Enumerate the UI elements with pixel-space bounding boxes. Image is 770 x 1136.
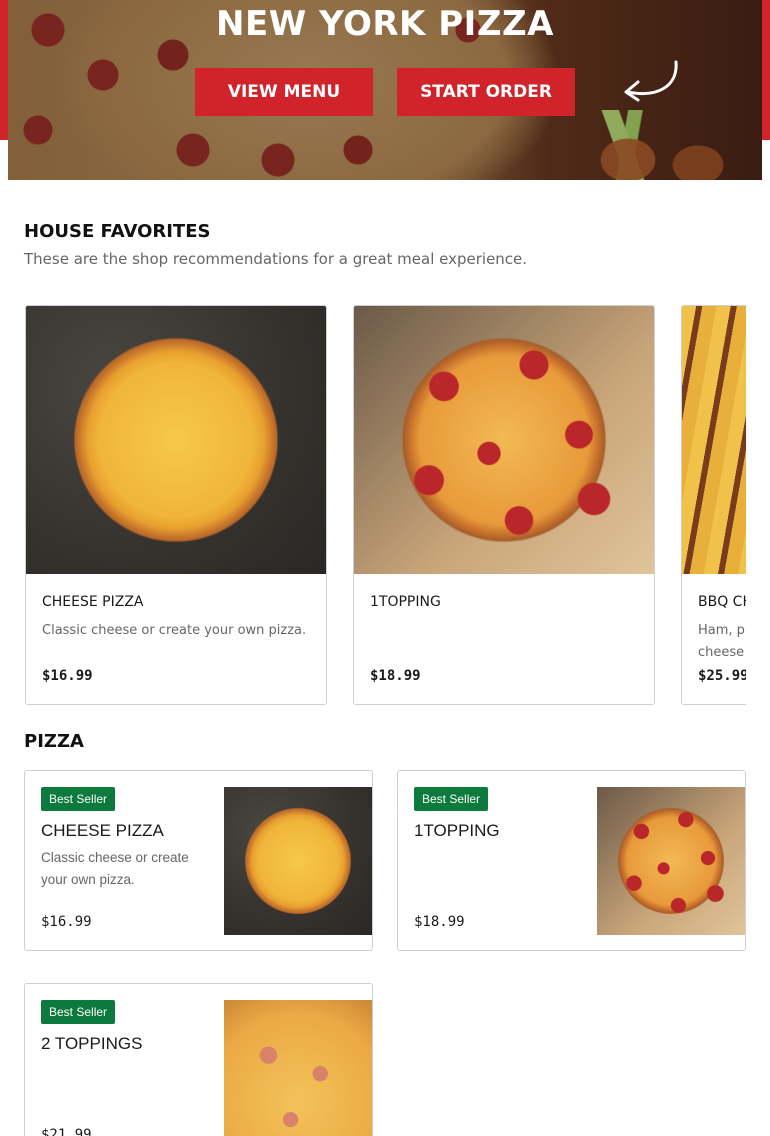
menu-item-price: $21.99: [41, 1127, 92, 1136]
favorite-description: Classic cheese or create your own pizza.: [42, 623, 307, 638]
best-seller-badge: Best Seller: [41, 787, 116, 811]
view-menu-button[interactable]: VIEW MENU: [195, 68, 373, 116]
favorite-card-1topping[interactable]: 1TOPPING $18.99: [353, 305, 655, 705]
best-seller-badge: Best Seller: [41, 1000, 116, 1024]
favorite-price: $25.99: [698, 668, 746, 684]
cheese-pizza-thumbnail: [224, 787, 372, 935]
favorite-card-cheese-pizza[interactable]: CHEESE PIZZA Classic cheese or create yo…: [25, 305, 327, 705]
favorite-name: CHEESE PIZZA: [42, 594, 144, 610]
favorite-price: $18.99: [370, 668, 421, 684]
two-toppings-pizza-thumbnail: [224, 1000, 372, 1136]
menu-item-1topping[interactable]: Best Seller 1TOPPING $18.99: [397, 770, 746, 951]
menu-item-cheese-pizza[interactable]: Best Seller CHEESE PIZZA Classic cheese …: [24, 770, 373, 951]
cheese-pizza-image: [26, 306, 326, 574]
menu-item-name: 2 TOPPINGS: [41, 1034, 143, 1053]
menu-item-price: $18.99: [414, 914, 465, 930]
menu-item-2-toppings[interactable]: Best Seller 2 TOPPINGS $21.99: [24, 983, 373, 1136]
hero-title: NEW YORK PIZZA: [216, 4, 554, 44]
menu-item-description: Classic cheese or create your own pizza.: [41, 850, 189, 887]
favorite-name: BBQ CH: [698, 594, 746, 610]
favorite-name: 1TOPPING: [370, 594, 441, 610]
favorites-carousel[interactable]: CHEESE PIZZA Classic cheese or create yo…: [24, 305, 746, 705]
wings-decoration: [588, 120, 748, 180]
favorite-price: $16.99: [42, 668, 93, 684]
pepperoni-pizza-thumbnail: [597, 787, 745, 935]
start-order-button[interactable]: START ORDER: [397, 68, 575, 116]
best-seller-badge: Best Seller: [414, 787, 489, 811]
pepperoni-pizza-image: [354, 306, 654, 574]
menu-item-name: CHEESE PIZZA: [41, 821, 164, 840]
pizza-section-title: PIZZA: [24, 731, 84, 752]
curved-arrow-icon: [624, 60, 678, 102]
menu-item-price: $16.99: [41, 914, 92, 930]
favorite-card-bbq[interactable]: BBQ CH Ham, pi cheese a $25.99: [681, 305, 746, 705]
favorite-description: Ham, pi cheese a: [698, 623, 746, 660]
house-favorites-subtitle: These are the shop recommendations for a…: [24, 250, 528, 268]
house-favorites-title: HOUSE FAVORITES: [24, 221, 211, 242]
bbq-pizza-image: [682, 306, 746, 574]
menu-item-name: 1TOPPING: [414, 821, 500, 840]
